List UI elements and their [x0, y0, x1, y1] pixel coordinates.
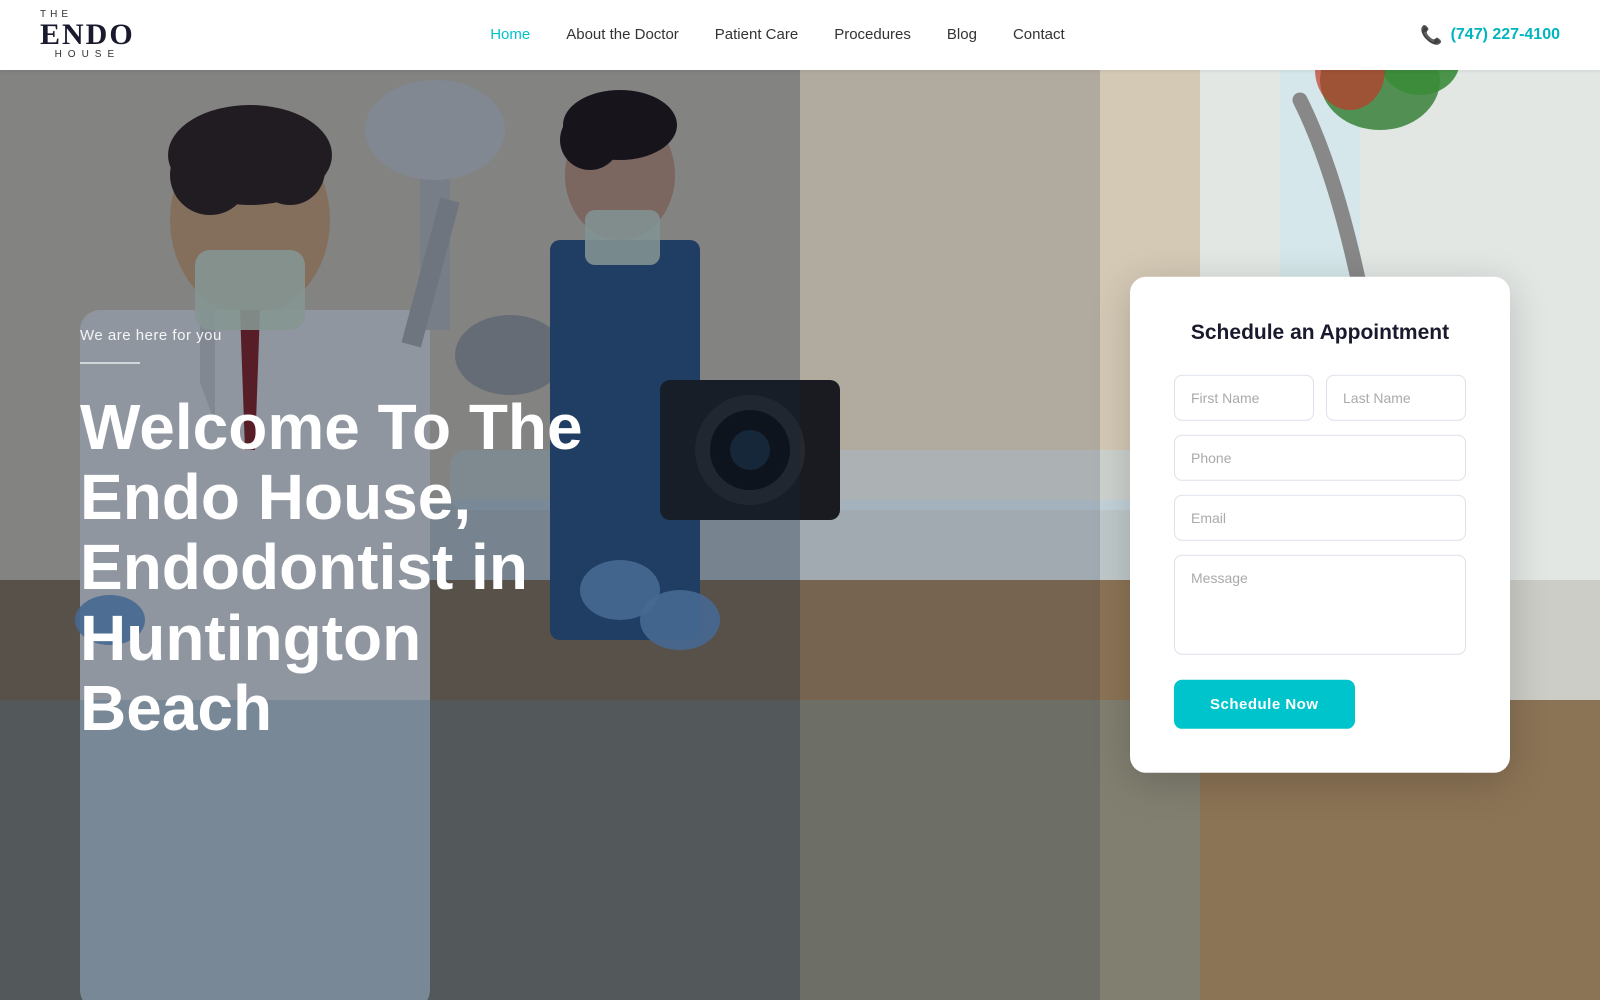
hero-title-line3: Endodontist in [80, 531, 528, 603]
phone-number: (747) 227-4100 [1451, 26, 1560, 44]
nav-links: Home About the Doctor Patient Care Proce… [490, 26, 1064, 44]
hero-divider [80, 362, 140, 364]
navbar: THE ENDO HOUSE Home About the Doctor Pat… [0, 0, 1600, 70]
message-textarea[interactable] [1174, 555, 1466, 655]
logo[interactable]: THE ENDO HOUSE [40, 10, 135, 60]
logo-endo: ENDO [40, 20, 135, 50]
email-row [1174, 495, 1466, 541]
appointment-card-title: Schedule an Appointment [1174, 321, 1466, 345]
hero-title-line4: Huntington [80, 602, 421, 674]
phone-icon: 📞 [1420, 25, 1442, 46]
phone-link[interactable]: 📞 (747) 227-4100 [1420, 25, 1560, 46]
name-row [1174, 375, 1466, 421]
nav-home[interactable]: Home [490, 26, 530, 43]
schedule-button[interactable]: Schedule Now [1174, 680, 1355, 729]
hero-title: Welcome To The Endo House, Endodontist i… [80, 392, 720, 744]
hero-title-line1: Welcome To The [80, 391, 583, 463]
nav-blog[interactable]: Blog [947, 26, 977, 43]
phone-row [1174, 435, 1466, 481]
hero-title-line2: Endo House, [80, 461, 471, 533]
email-input[interactable] [1174, 495, 1466, 541]
nav-patient-care[interactable]: Patient Care [715, 26, 798, 43]
logo-house: HOUSE [40, 50, 135, 60]
hero-content: We are here for you Welcome To The Endo … [0, 70, 800, 1000]
nav-contact[interactable]: Contact [1013, 26, 1065, 43]
appointment-card: Schedule an Appointment Schedule Now [1130, 277, 1510, 773]
last-name-input[interactable] [1326, 375, 1466, 421]
first-name-input[interactable] [1174, 375, 1314, 421]
nav-procedures[interactable]: Procedures [834, 26, 911, 43]
hero-title-line5: Beach [80, 672, 272, 744]
hero-section: We are here for you Welcome To The Endo … [0, 0, 1600, 1000]
phone-input[interactable] [1174, 435, 1466, 481]
hero-tagline: We are here for you [80, 327, 720, 344]
nav-about[interactable]: About the Doctor [566, 26, 679, 43]
